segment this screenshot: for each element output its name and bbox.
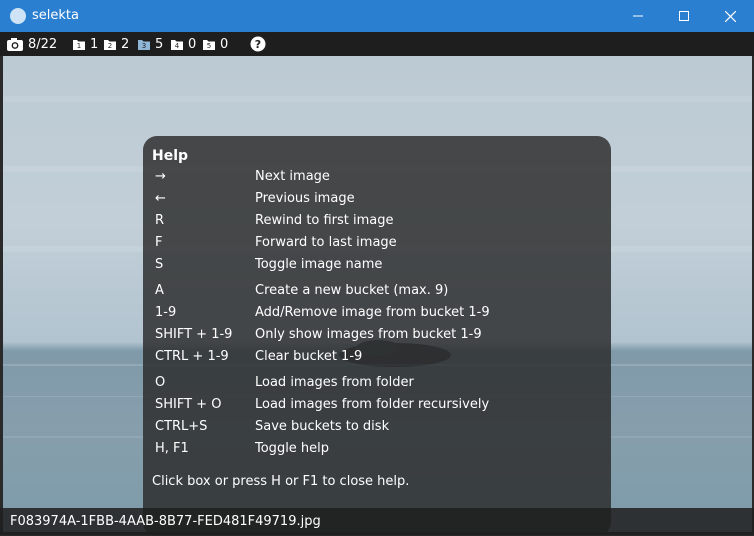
help-row-save: CTRL+S Save buckets to disk [155, 419, 595, 439]
svg-text:?: ? [255, 38, 261, 51]
help-row-rewind: R Rewind to first image [155, 213, 595, 233]
help-row-only-show: SHIFT + 1-9 Only show images from bucket… [155, 327, 595, 347]
help-key: 1-9 [155, 305, 177, 320]
app-logo-icon [10, 8, 26, 24]
help-title: Help [152, 148, 189, 164]
bucket-4[interactable]: 4 0 [170, 36, 196, 52]
help-key: SHIFT + O [155, 397, 222, 412]
bucket-3-icon: 3 [138, 39, 150, 50]
status-bar: F083974A-1FBB-4AAB-8B77-FED481F49719.jpg [0, 508, 754, 535]
help-key: → [155, 169, 166, 184]
help-row-forward: F Forward to last image [155, 235, 595, 255]
help-row-load-recursive: SHIFT + O Load images from folder recurs… [155, 397, 595, 417]
bucket-4-count: 0 [188, 36, 197, 52]
help-key: H, F1 [155, 441, 189, 456]
help-desc: Clear bucket 1-9 [255, 349, 363, 364]
help-row-toggle-help: H, F1 Toggle help [155, 441, 595, 461]
bucket-2-count: 2 [121, 36, 130, 52]
maximize-button[interactable] [661, 0, 707, 32]
help-row-toggle-name: S Toggle image name [155, 257, 595, 277]
maximize-icon [679, 11, 689, 21]
help-key: CTRL+S [155, 419, 208, 434]
help-desc: Previous image [255, 191, 355, 206]
svg-text:1: 1 [77, 42, 81, 50]
toolbar: 8/22 1 1 2 2 3 5 4 0 5 0 ? [0, 32, 754, 56]
help-row-add-remove: 1-9 Add/Remove image from bucket 1-9 [155, 305, 595, 325]
help-desc: Next image [255, 169, 330, 184]
help-desc: Toggle help [255, 441, 330, 456]
help-row-next: → Next image [155, 169, 595, 189]
bucket-2-icon: 2 [104, 39, 116, 50]
help-icon: ? [250, 36, 266, 52]
help-key: A [155, 283, 164, 298]
help-desc: Rewind to first image [255, 213, 394, 228]
help-desc: Add/Remove image from bucket 1-9 [255, 305, 490, 320]
filename-label: F083974A-1FBB-4AAB-8B77-FED481F49719.jpg [10, 514, 321, 529]
bucket-1-count: 1 [90, 36, 99, 52]
title-bar: selekta [0, 0, 754, 32]
help-desc: Load images from folder recursively [255, 397, 490, 412]
help-key: CTRL + 1-9 [155, 349, 229, 364]
help-footer: Click box or press H or F1 to close help… [152, 474, 410, 489]
bucket-5-icon: 5 [203, 39, 215, 50]
window-title: selekta [32, 8, 79, 23]
help-row-previous: ← Previous image [155, 191, 595, 211]
help-desc: Load images from folder [255, 375, 414, 390]
help-desc: Forward to last image [255, 235, 397, 250]
close-icon [724, 10, 736, 22]
bucket-5-count: 0 [220, 36, 229, 52]
help-key: R [155, 213, 165, 228]
help-row-create-bucket: A Create a new bucket (max. 9) [155, 283, 595, 303]
bucket-1-icon: 1 [73, 39, 85, 50]
minimize-button[interactable] [615, 0, 661, 32]
help-key: F [155, 235, 163, 250]
bucket-4-icon: 4 [171, 39, 183, 50]
bucket-2[interactable]: 2 2 [103, 36, 129, 52]
help-button[interactable]: ? [250, 36, 266, 52]
svg-text:2: 2 [108, 42, 112, 50]
help-key: ← [155, 191, 166, 206]
bucket-3-count: 5 [155, 36, 164, 52]
help-desc: Toggle image name [255, 257, 383, 272]
camera-icon [7, 37, 23, 51]
help-key: O [155, 375, 166, 390]
help-desc: Save buckets to disk [255, 419, 390, 434]
help-desc: Only show images from bucket 1-9 [255, 327, 482, 342]
minimize-icon [633, 15, 643, 17]
help-overlay[interactable]: Help → Next image ← Previous image R Rew… [143, 136, 611, 536]
help-key: S [155, 257, 164, 272]
help-row-clear-bucket: CTRL + 1-9 Clear bucket 1-9 [155, 349, 595, 369]
help-key: SHIFT + 1-9 [155, 327, 233, 342]
svg-text:3: 3 [142, 42, 146, 50]
bucket-3[interactable]: 3 5 [137, 36, 163, 52]
bucket-5[interactable]: 5 0 [202, 36, 228, 52]
svg-text:5: 5 [207, 42, 211, 50]
bucket-1[interactable]: 1 1 [72, 36, 98, 52]
counter-label: 8/22 [28, 36, 58, 52]
svg-text:4: 4 [175, 42, 180, 50]
image-counter: 8/22 [6, 36, 57, 52]
help-desc: Create a new bucket (max. 9) [255, 283, 449, 298]
help-row-load-folder: O Load images from folder [155, 375, 595, 395]
close-button[interactable] [707, 0, 753, 32]
